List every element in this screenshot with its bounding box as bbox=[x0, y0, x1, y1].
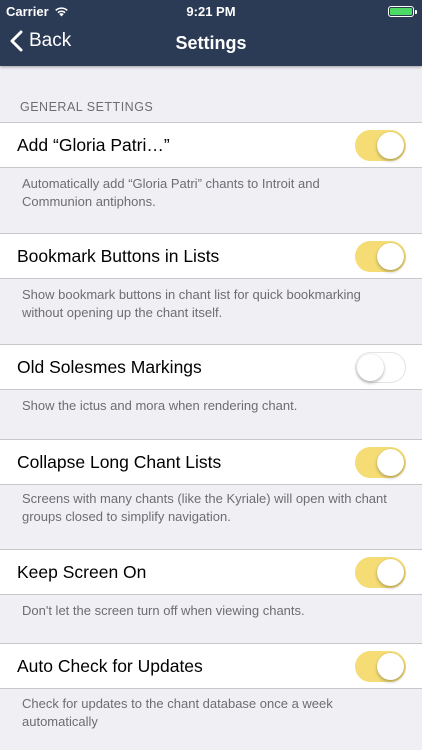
setting-row-collapse-lists: Collapse Long Chant Lists bbox=[0, 439, 422, 485]
setting-description: Show bookmark buttons in chant list for … bbox=[22, 287, 361, 320]
old-solesmes-toggle[interactable] bbox=[355, 352, 406, 383]
toggle-knob bbox=[377, 132, 404, 159]
setting-label: Bookmark Buttons in Lists bbox=[17, 246, 220, 266]
setting-row-auto-check-updates: Auto Check for Updates bbox=[0, 643, 422, 689]
toggle-knob bbox=[377, 653, 404, 680]
collapse-lists-toggle[interactable] bbox=[355, 447, 406, 478]
page-title: Settings bbox=[175, 33, 247, 53]
setting-label: Collapse Long Chant Lists bbox=[17, 452, 222, 472]
battery-icon bbox=[388, 6, 417, 17]
setting-label: Auto Check for Updates bbox=[17, 656, 203, 676]
setting-description: Show the ictus and mora when rendering c… bbox=[22, 398, 298, 413]
setting-row-keep-screen-on: Keep Screen On bbox=[0, 549, 422, 595]
bookmark-buttons-toggle[interactable] bbox=[355, 241, 406, 272]
setting-label: Old Solesmes Markings bbox=[17, 357, 202, 377]
status-time: 9:21 PM bbox=[186, 4, 236, 19]
setting-label: Add “Gloria Patri…” bbox=[17, 135, 170, 155]
setting-description: Don't let the screen turn off when viewi… bbox=[22, 603, 305, 618]
section-header: GENERAL SETTINGS bbox=[20, 100, 154, 114]
toggle-knob bbox=[377, 559, 404, 586]
setting-row-gloria-patri: Add “Gloria Patri…” bbox=[0, 122, 422, 168]
navigation-bar: Carrier 9:21 PM Back Settings bbox=[0, 0, 422, 66]
status-bar: Carrier 9:21 PM bbox=[0, 0, 422, 22]
setting-label: Keep Screen On bbox=[17, 562, 147, 582]
toggle-knob bbox=[357, 353, 384, 381]
setting-description: Automatically add “Gloria Patri” chants … bbox=[22, 176, 320, 209]
setting-row-old-solesmes: Old Solesmes Markings bbox=[0, 344, 422, 390]
keep-screen-on-toggle[interactable] bbox=[355, 557, 406, 588]
auto-check-updates-toggle[interactable] bbox=[355, 651, 406, 682]
setting-description: Check for updates to the chant database … bbox=[22, 696, 333, 729]
toggle-knob bbox=[377, 243, 404, 270]
setting-description: Screens with many chants (like the Kyria… bbox=[22, 491, 387, 524]
setting-row-bookmark-buttons: Bookmark Buttons in Lists bbox=[0, 233, 422, 279]
toggle-knob bbox=[377, 449, 404, 476]
gloria-patri-toggle[interactable] bbox=[355, 130, 406, 161]
